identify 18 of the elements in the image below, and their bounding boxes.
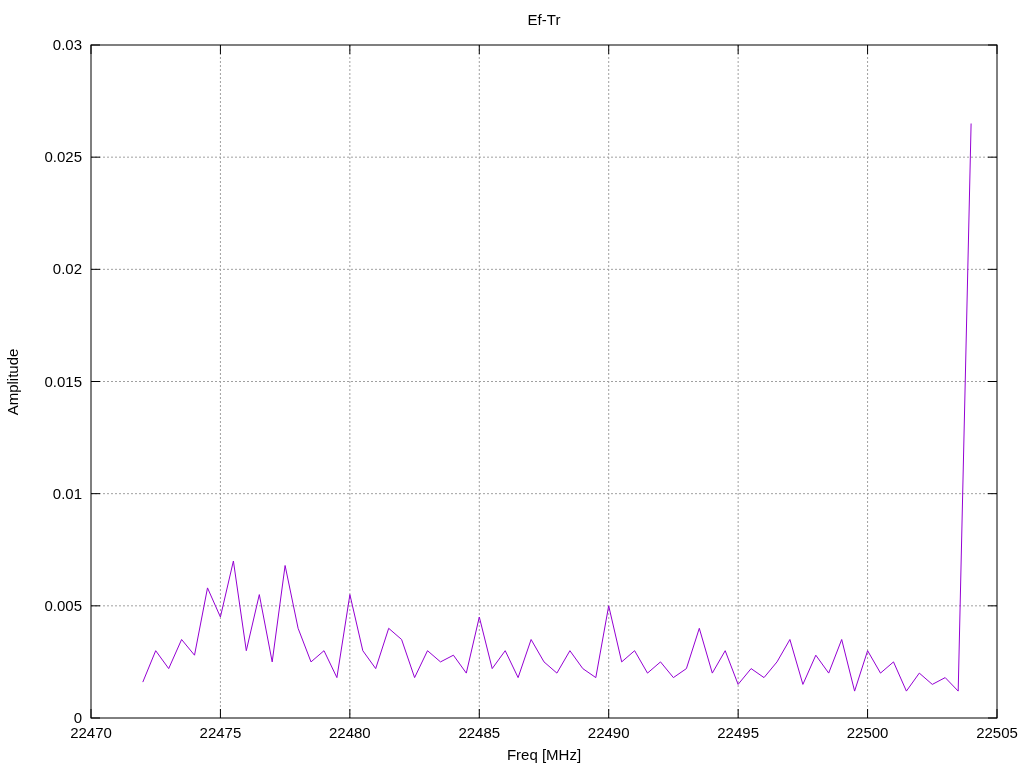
tick-label: 22500: [846, 724, 889, 741]
tick-label: 0.015: [44, 372, 82, 390]
y-axis-label: Amplitude: [4, 348, 21, 416]
tick-label: 22490: [587, 724, 630, 741]
tick-label: 22485: [458, 724, 501, 741]
tick-label: 22470: [70, 724, 112, 741]
x-axis-label: Freq [MHz]: [506, 746, 582, 763]
tick-label: 0: [73, 709, 82, 726]
tick-label: 22480: [329, 724, 371, 741]
tick-label: 22505: [976, 724, 1018, 741]
tick-label: 0.02: [52, 260, 82, 278]
tick-label: 22475: [199, 724, 242, 741]
tick-label: 22495: [717, 724, 759, 741]
tick-label: 0.005: [44, 596, 82, 614]
tick-label: 0.03: [52, 36, 82, 53]
tick-label: 0.01: [52, 484, 82, 502]
tick-label: 0.025: [44, 148, 82, 166]
chart-title: Ef-Tr: [527, 11, 561, 28]
